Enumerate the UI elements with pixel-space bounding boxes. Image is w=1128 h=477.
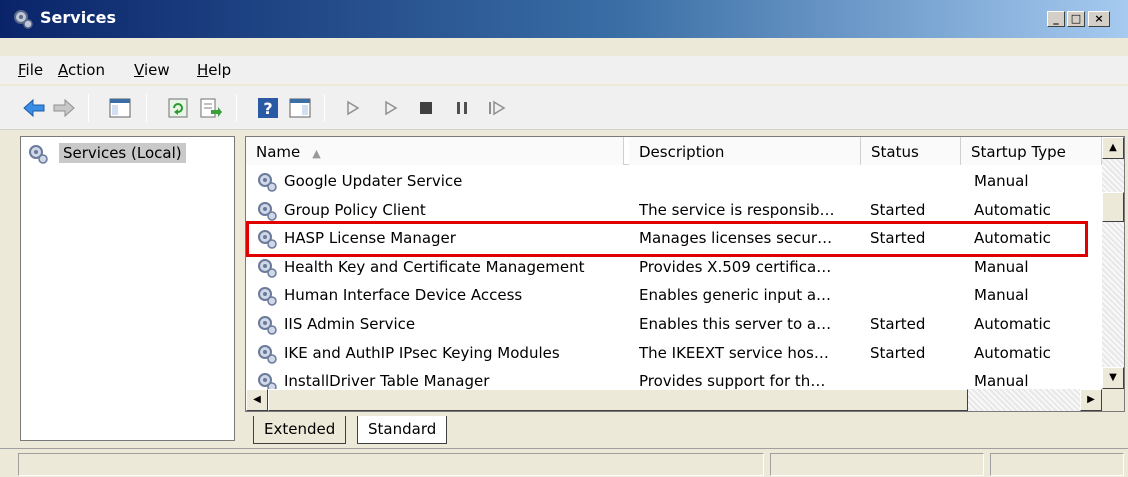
menu-view[interactable]: View	[134, 61, 170, 79]
service-startup-type: Manual	[974, 286, 1029, 305]
service-name: IIS Admin Service	[284, 315, 416, 333]
toolbar-separator	[88, 94, 89, 122]
stop-icon[interactable]	[414, 96, 438, 120]
maximize-button[interactable]: □	[1067, 11, 1085, 27]
horizontal-scroll-thumb[interactable]	[268, 389, 968, 411]
service-name: IKE and AuthIP IPsec Keying Modules	[284, 343, 560, 362]
scroll-right-button[interactable]: ▶	[1080, 389, 1102, 411]
service-gear-icon	[258, 230, 277, 249]
menu-help[interactable]: Help	[197, 61, 231, 79]
service-gear-icon	[258, 173, 277, 192]
column-header-name[interactable]: Name ▲	[246, 137, 624, 165]
services-window: Services _ □ × File Action View Help ? S…	[0, 0, 1128, 477]
table-row[interactable]: IKE and AuthIP IPsec Keying Modules The I…	[246, 340, 1102, 368]
vertical-scrollbar[interactable]: ▲ ▼	[1102, 137, 1124, 389]
sort-ascending-icon: ▲	[312, 147, 321, 160]
scroll-left-button[interactable]: ◀	[246, 389, 268, 411]
service-startup-type: Manual	[974, 172, 1029, 190]
tab-standard[interactable]: Standard	[357, 416, 448, 444]
service-gear-icon	[258, 201, 277, 221]
service-startup-type: Manual	[974, 372, 1029, 391]
column-header-startup-type[interactable]: Startup Type	[961, 137, 1102, 165]
service-description: Enables this server to a…	[639, 315, 832, 333]
window-title: Services	[40, 8, 117, 27]
service-gear-icon	[258, 258, 277, 278]
column-header-status[interactable]: Status	[861, 137, 961, 165]
service-name: Google Updater Service	[284, 172, 463, 190]
status-panel-2	[770, 453, 984, 476]
vertical-scroll-thumb[interactable]	[1102, 192, 1124, 222]
status-panel-main	[18, 453, 764, 476]
menu-bar: File Action View Help	[0, 56, 1128, 84]
service-status: Started	[870, 315, 926, 333]
scrollbar-corner	[1102, 389, 1124, 411]
tree-node-label: Services (Local)	[59, 143, 186, 163]
play-icon[interactable]	[340, 96, 364, 120]
menu-action[interactable]: Action	[58, 61, 105, 79]
scroll-down-button[interactable]: ▼	[1102, 367, 1124, 389]
pause-icon[interactable]	[450, 96, 474, 120]
service-startup-type: Manual	[974, 257, 1029, 276]
service-name: Human Interface Device Access	[284, 286, 523, 305]
status-panel-3	[990, 453, 1124, 476]
back-arrow-icon[interactable]	[22, 96, 46, 120]
service-description: The IKEEXT service hos…	[639, 343, 829, 362]
view-tabs: Extended Standard	[245, 416, 1125, 446]
service-description: Provides support for th…	[639, 372, 826, 391]
menu-file[interactable]: File	[18, 61, 43, 79]
table-row[interactable]: HASP License Manager Manages licenses sec…	[246, 225, 1102, 253]
toolbar-separator	[146, 94, 147, 122]
toolbar: ?	[0, 86, 1128, 130]
toolbar-separator	[236, 94, 237, 122]
minimize-button[interactable]: _	[1047, 11, 1065, 27]
table-row[interactable]: Human Interface Device Access Enables gen…	[246, 282, 1102, 310]
service-status: Started	[870, 343, 926, 362]
service-name: InstallDriver Table Manager	[284, 372, 490, 391]
play-alt-icon[interactable]	[378, 96, 402, 120]
tree-node-services-local[interactable]: Services (Local)	[27, 141, 207, 167]
console-tree-pane: Services (Local)	[20, 136, 235, 441]
service-status: Started	[870, 229, 926, 248]
service-startup-type: Automatic	[974, 315, 1051, 333]
list-header: Name ▲ Description Status Startup Type	[246, 137, 1102, 165]
service-name: Health Key and Certificate Management	[284, 257, 585, 276]
service-name: Group Policy Client	[284, 200, 426, 219]
resume-icon[interactable]	[484, 96, 508, 120]
refresh-icon[interactable]	[166, 96, 190, 120]
properties-icon[interactable]	[288, 96, 312, 120]
service-gear-icon	[258, 287, 277, 307]
gear-icon	[14, 10, 33, 29]
tab-extended[interactable]: Extended	[253, 416, 347, 444]
service-gear-icon	[258, 316, 277, 335]
status-bar	[0, 448, 1128, 477]
service-startup-type: Automatic	[974, 229, 1051, 248]
table-row[interactable]: Health Key and Certificate Management Pro…	[246, 254, 1102, 282]
table-row[interactable]: IIS Admin Service Enables this server to …	[246, 311, 1102, 339]
service-description: Enables generic input a…	[639, 286, 832, 305]
gear-icon	[29, 145, 48, 164]
service-status: Started	[870, 200, 926, 219]
service-startup-type: Automatic	[974, 200, 1051, 219]
help-icon[interactable]: ?	[256, 96, 280, 120]
scroll-up-button[interactable]: ▲	[1102, 137, 1124, 159]
console-tree-icon[interactable]	[108, 96, 132, 120]
table-row[interactable]: Group Policy Client The service is respon…	[246, 197, 1102, 225]
service-description: The service is responsib…	[639, 200, 835, 219]
toolbar-separator	[324, 94, 325, 122]
table-row[interactable]: Google Updater Service Manual	[246, 168, 1102, 196]
close-button[interactable]: ×	[1088, 11, 1110, 27]
service-description: Provides X.509 certifica…	[639, 257, 832, 276]
service-description: Manages licenses secur…	[639, 229, 833, 248]
service-gear-icon	[258, 344, 277, 364]
title-bar[interactable]: Services _ □ ×	[0, 0, 1128, 38]
service-startup-type: Automatic	[974, 343, 1051, 362]
services-list-pane: Name ▲ Description Status Startup Type Go…	[245, 136, 1125, 412]
column-header-description[interactable]: Description	[629, 137, 861, 165]
svg-text:?: ?	[263, 99, 272, 118]
export-list-icon[interactable]	[198, 96, 222, 120]
service-name: HASP License Manager	[284, 229, 456, 248]
horizontal-scrollbar[interactable]: ◀ ▶	[246, 389, 1102, 411]
forward-arrow-icon[interactable]	[52, 96, 76, 120]
